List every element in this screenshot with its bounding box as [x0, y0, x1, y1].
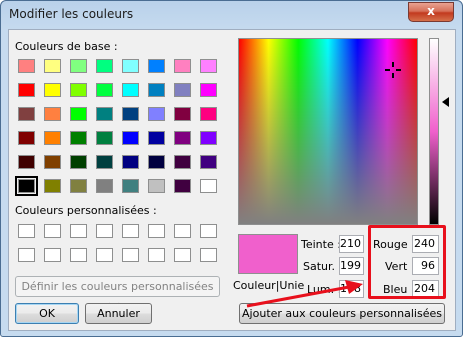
basic-color-swatch[interactable]: [96, 107, 113, 121]
basic-color-swatch[interactable]: [200, 155, 217, 169]
close-button[interactable]: x: [408, 2, 454, 22]
custom-color-swatch[interactable]: [44, 248, 61, 262]
custom-color-swatch[interactable]: [44, 224, 61, 238]
saturation-input[interactable]: 199: [339, 257, 364, 275]
basic-color-swatch[interactable]: [148, 107, 165, 121]
basic-color-swatch[interactable]: [148, 59, 165, 73]
define-custom-colors-button[interactable]: Définir les couleurs personnalisées >>: [15, 276, 220, 312]
basic-color-swatch[interactable]: [70, 155, 87, 169]
window-title: Modifier les couleurs: [9, 7, 134, 21]
basic-color-swatch[interactable]: [174, 155, 191, 169]
custom-color-swatch[interactable]: [18, 224, 35, 238]
cancel-button[interactable]: Annuler: [85, 303, 152, 324]
basic-colors-label: Couleurs de base :: [15, 40, 118, 53]
basic-color-swatch[interactable]: [122, 59, 139, 73]
solid-color-label: Couleur|Unie: [233, 279, 305, 292]
basic-color-swatch[interactable]: [122, 179, 139, 193]
ok-button[interactable]: OK: [15, 303, 79, 324]
basic-color-swatch[interactable]: [96, 155, 113, 169]
basic-color-swatch[interactable]: [148, 83, 165, 97]
custom-color-swatch[interactable]: [122, 248, 139, 262]
basic-color-swatch[interactable]: [44, 155, 61, 169]
custom-color-swatch[interactable]: [148, 224, 165, 238]
basic-color-swatch[interactable]: [96, 83, 113, 97]
basic-color-swatch[interactable]: [122, 155, 139, 169]
custom-color-swatch[interactable]: [122, 224, 139, 238]
luminosity-bar[interactable]: [429, 38, 439, 225]
basic-color-swatch[interactable]: [200, 107, 217, 121]
basic-color-swatch[interactable]: [174, 107, 191, 121]
basic-color-swatch[interactable]: [44, 131, 61, 145]
custom-color-swatch[interactable]: [174, 224, 191, 238]
crosshair-icon[interactable]: [385, 62, 401, 78]
hue-label: Teinte :: [301, 238, 341, 251]
luminosity-label: Lum. :: [307, 283, 342, 296]
basic-color-swatch[interactable]: [174, 83, 191, 97]
luminosity-slider-arrow-icon[interactable]: [442, 97, 449, 107]
custom-color-swatch[interactable]: [174, 248, 191, 262]
title-bar[interactable]: Modifier les couleurs x: [1, 1, 462, 29]
close-icon: x: [427, 4, 435, 18]
basic-color-swatch[interactable]: [15, 176, 38, 196]
basic-color-swatch[interactable]: [122, 107, 139, 121]
basic-color-swatch[interactable]: [200, 179, 217, 193]
basic-color-swatch[interactable]: [70, 59, 87, 73]
custom-color-swatch[interactable]: [96, 248, 113, 262]
saturation-label: Satur. :: [303, 260, 343, 273]
custom-color-swatch[interactable]: [148, 248, 165, 262]
basic-color-swatch[interactable]: [18, 131, 35, 145]
basic-color-swatch[interactable]: [70, 107, 87, 121]
custom-color-swatch[interactable]: [200, 248, 217, 262]
custom-colors-label: Couleurs personnalisées :: [15, 204, 157, 217]
basic-color-swatch[interactable]: [44, 83, 61, 97]
basic-color-swatch[interactable]: [18, 83, 35, 97]
basic-color-swatch[interactable]: [96, 59, 113, 73]
highlight-box: [368, 225, 446, 299]
basic-color-swatch[interactable]: [18, 107, 35, 121]
basic-color-swatch[interactable]: [174, 59, 191, 73]
basic-color-swatch[interactable]: [18, 59, 35, 73]
basic-color-swatch[interactable]: [70, 131, 87, 145]
basic-color-swatch[interactable]: [44, 107, 61, 121]
color-dialog-window: Modifier les couleurs x Couleurs de base…: [0, 0, 463, 337]
basic-color-swatch[interactable]: [174, 131, 191, 145]
add-custom-colors-button[interactable]: Ajouter aux couleurs personnalisées: [239, 303, 445, 324]
basic-color-swatch[interactable]: [148, 131, 165, 145]
custom-color-swatch[interactable]: [200, 224, 217, 238]
luminosity-input[interactable]: 108: [339, 280, 364, 298]
basic-color-swatch[interactable]: [70, 83, 87, 97]
dialog-client-area: Couleurs de base : Couleurs personnalisé…: [8, 29, 456, 331]
basic-color-swatch[interactable]: [18, 155, 35, 169]
basic-color-swatch[interactable]: [148, 155, 165, 169]
custom-color-swatch[interactable]: [18, 248, 35, 262]
basic-color-swatch[interactable]: [70, 179, 87, 193]
basic-color-swatch[interactable]: [122, 131, 139, 145]
basic-color-swatch[interactable]: [44, 179, 61, 193]
custom-color-swatch[interactable]: [96, 224, 113, 238]
hue-input[interactable]: 210: [339, 235, 364, 253]
basic-color-swatch[interactable]: [96, 179, 113, 193]
basic-color-swatch[interactable]: [174, 179, 191, 193]
basic-color-swatch[interactable]: [200, 59, 217, 73]
custom-color-swatch[interactable]: [70, 248, 87, 262]
basic-color-swatch[interactable]: [122, 83, 139, 97]
basic-color-swatch[interactable]: [200, 83, 217, 97]
color-preview: [238, 234, 298, 274]
custom-color-swatch[interactable]: [70, 224, 87, 238]
basic-color-swatch[interactable]: [148, 179, 165, 193]
basic-color-swatch[interactable]: [96, 131, 113, 145]
basic-color-swatch[interactable]: [44, 59, 61, 73]
basic-color-swatch[interactable]: [200, 131, 217, 145]
